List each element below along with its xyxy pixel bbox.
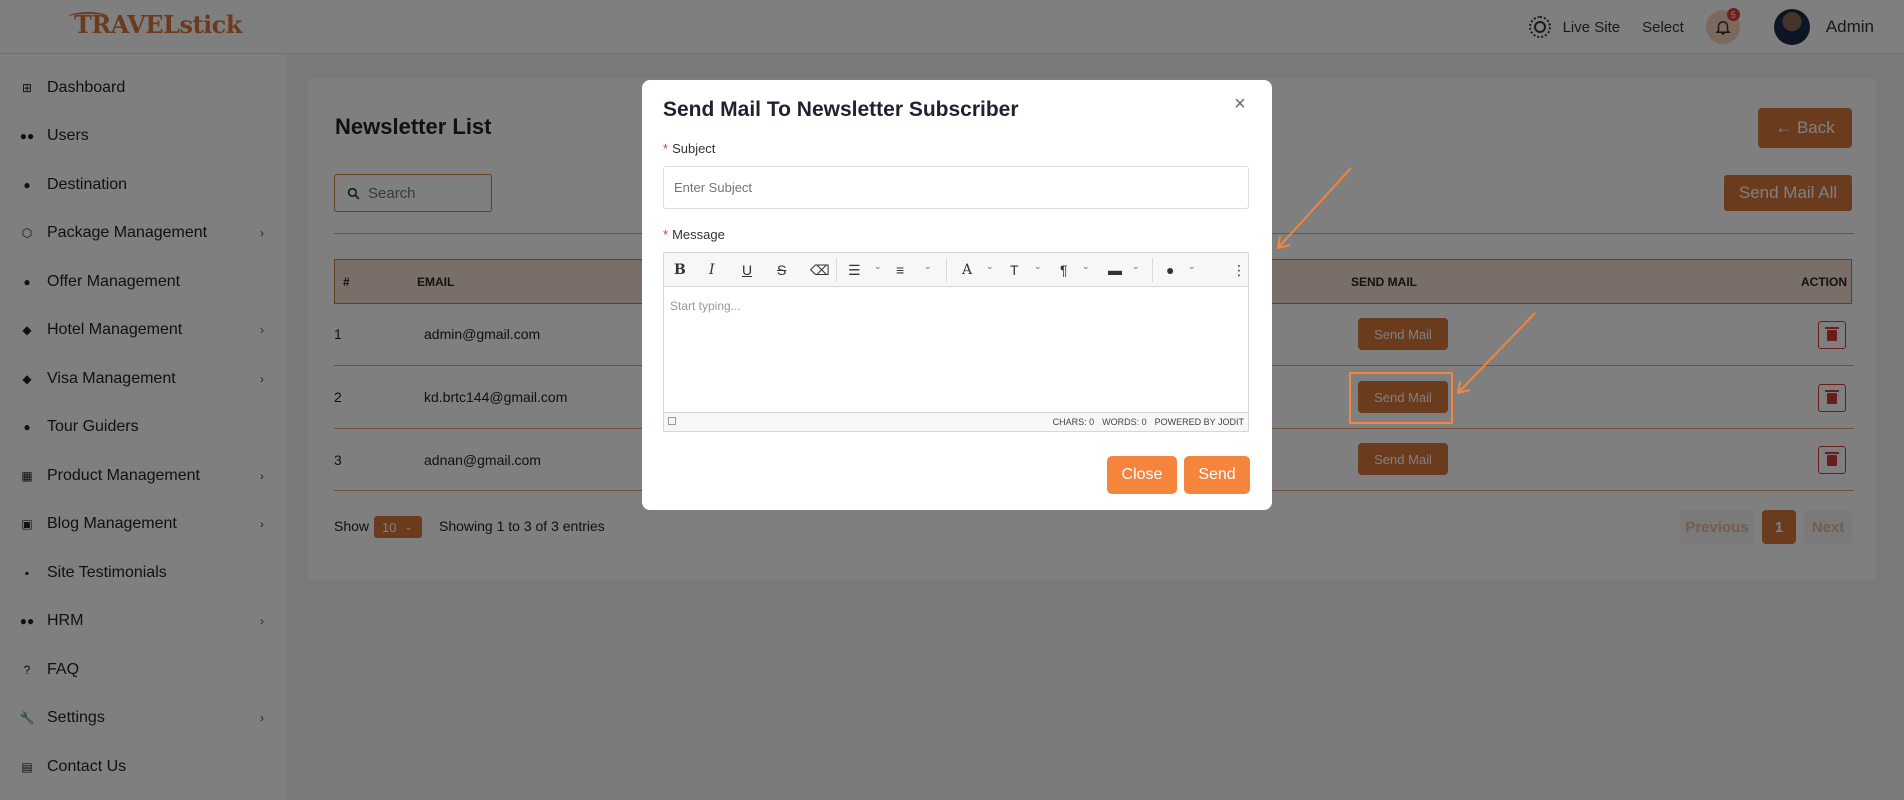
numbered-list-icon[interactable]: ≡ xyxy=(896,261,904,279)
close-icon[interactable]: × xyxy=(1230,93,1250,115)
font-icon[interactable]: A xyxy=(962,261,972,279)
close-button[interactable]: Close xyxy=(1107,456,1177,494)
chevron-down-icon[interactable]: ⌄ xyxy=(1188,261,1196,272)
chevron-down-icon[interactable]: ⌄ xyxy=(924,261,932,272)
bold-icon[interactable]: B xyxy=(674,261,686,279)
toolbar-separator xyxy=(946,258,947,282)
resize-icon[interactable] xyxy=(668,417,676,425)
editor-statusbar: CHARS: 0 WORDS: 0 POWERED BY JODIT xyxy=(664,412,1248,431)
toolbar-separator xyxy=(836,258,837,282)
chevron-down-icon[interactable]: ⌄ xyxy=(1132,261,1140,272)
editor-stats: CHARS: 0 WORDS: 0 POWERED BY JODIT xyxy=(1053,417,1244,427)
align-icon[interactable]: ▬ xyxy=(1108,261,1122,279)
subject-label: * Subject xyxy=(663,141,715,156)
toolbar-separator xyxy=(1152,258,1153,282)
italic-icon[interactable]: I xyxy=(709,261,715,279)
char-count: CHARS: 0 xyxy=(1052,417,1095,427)
chevron-down-icon[interactable]: ⌄ xyxy=(986,261,994,272)
chevron-down-icon[interactable]: ⌄ xyxy=(1082,261,1090,272)
more-options-icon[interactable]: ⋮ xyxy=(1232,261,1246,279)
eraser-icon[interactable]: ⌫ xyxy=(810,261,830,279)
editor-toolbar: B I U S ⌫ ☰ ⌄ ≡ ⌄ A ⌄ T ⌄ ¶ ⌄ ▬ ⌄ ● ⌄ ⋮ xyxy=(664,253,1248,287)
subject-input[interactable] xyxy=(663,166,1249,209)
send-mail-modal: Send Mail To Newsletter Subscriber × * Su… xyxy=(642,80,1272,510)
send-button[interactable]: Send xyxy=(1184,456,1250,494)
bullet-list-icon[interactable]: ☰ xyxy=(848,261,861,279)
editor-body[interactable]: Start typing... xyxy=(670,299,741,313)
paragraph-icon[interactable]: ¶ xyxy=(1060,261,1068,279)
strikethrough-icon[interactable]: S xyxy=(777,261,786,279)
rich-text-editor: B I U S ⌫ ☰ ⌄ ≡ ⌄ A ⌄ T ⌄ ¶ ⌄ ▬ ⌄ ● ⌄ ⋮ … xyxy=(663,252,1249,432)
required-mark: * xyxy=(663,141,669,156)
word-count: WORDS: 0 xyxy=(1102,417,1147,427)
message-label: * Message xyxy=(663,227,725,242)
required-mark: * xyxy=(663,227,669,242)
subject-label-text: Subject xyxy=(672,141,716,156)
underline-icon[interactable]: U xyxy=(742,261,752,279)
chevron-down-icon[interactable]: ⌄ xyxy=(1034,261,1042,272)
message-label-text: Message xyxy=(672,227,725,242)
color-drop-icon[interactable]: ● xyxy=(1166,261,1174,279)
powered-by-link[interactable]: POWERED BY JODIT xyxy=(1155,417,1244,427)
font-size-icon[interactable]: T xyxy=(1010,261,1019,279)
annotation-highlight-box xyxy=(1349,372,1453,424)
chevron-down-icon[interactable]: ⌄ xyxy=(874,261,882,272)
modal-title: Send Mail To Newsletter Subscriber xyxy=(663,98,1019,121)
